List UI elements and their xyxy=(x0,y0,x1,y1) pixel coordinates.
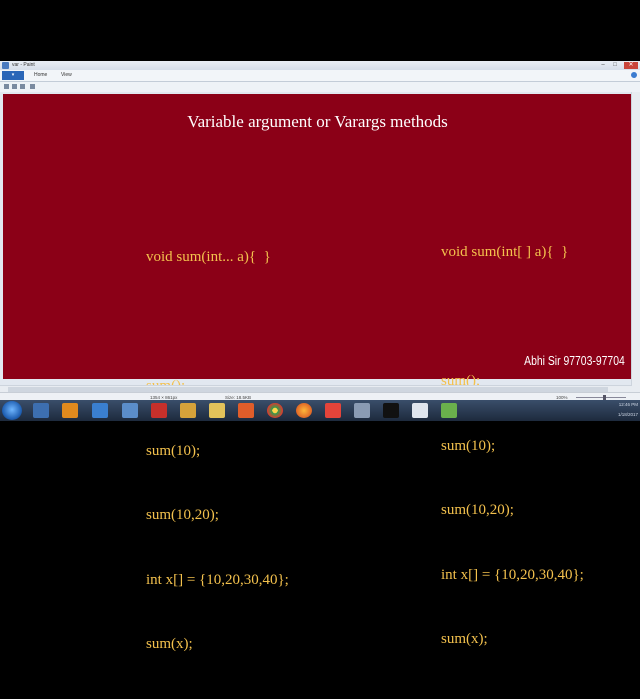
office-icon[interactable] xyxy=(238,403,254,418)
vertical-scrollbar[interactable] xyxy=(631,92,640,392)
right-code-block: void sum(int[ ] a){ } sum(); sum(10); su… xyxy=(441,199,584,694)
folder-icon[interactable] xyxy=(180,403,196,418)
system-tray: 12:46 PM 1/18/2017 xyxy=(534,400,638,421)
tab-home[interactable]: Home xyxy=(34,71,47,80)
taskbar: 12:46 PM 1/18/2017 xyxy=(0,400,640,421)
paint-window: var - Paint – □ ✕ ▾ Home View Variable a… xyxy=(0,61,640,652)
quick-access-toolbar xyxy=(0,82,640,92)
clock-date[interactable]: 1/18/2017 xyxy=(534,410,638,420)
code-line: int x[] = {10,20,30,40}; xyxy=(441,566,584,583)
code-line: sum(x); xyxy=(146,636,193,652)
minimize-button[interactable]: – xyxy=(598,62,608,69)
media-player-icon[interactable] xyxy=(62,403,78,418)
paint-app-icon xyxy=(2,62,9,69)
save-icon[interactable] xyxy=(4,84,9,89)
explorer-icon[interactable] xyxy=(209,403,225,418)
help-icon[interactable] xyxy=(631,72,637,78)
code-line: int x[] = {10,20,30,40}; xyxy=(146,571,289,588)
close-button[interactable]: ✕ xyxy=(624,62,638,69)
file-manager-icon[interactable] xyxy=(33,403,49,418)
code-line: sum(10,20); xyxy=(146,507,219,523)
title-bar: var - Paint – □ ✕ xyxy=(0,61,640,70)
zoom-slider-track[interactable] xyxy=(576,397,626,398)
file-menu-button[interactable]: ▾ xyxy=(2,71,24,80)
windows-start-icon[interactable] xyxy=(2,401,22,420)
tab-view[interactable]: View xyxy=(61,71,72,80)
customize-icon[interactable] xyxy=(30,84,35,89)
computer-icon[interactable] xyxy=(92,403,108,418)
code-line: sum(x); xyxy=(441,631,488,647)
network-icon[interactable] xyxy=(122,403,138,418)
clock-time[interactable]: 12:46 PM xyxy=(534,400,638,410)
window-icon[interactable] xyxy=(412,403,428,418)
slide-image: Variable argument or Varargs methods voi… xyxy=(3,94,632,652)
chrome-icon[interactable] xyxy=(267,403,283,418)
apps-icon[interactable] xyxy=(325,403,341,418)
firefox-icon[interactable] xyxy=(296,403,312,418)
credit-watermark: Abhi Sir 97703-97704 xyxy=(524,353,625,368)
redo-icon[interactable] xyxy=(20,84,25,89)
code-line: sum(10); xyxy=(441,437,496,454)
code-line: sum(10,20); xyxy=(441,502,514,518)
terminal-icon[interactable] xyxy=(383,403,399,418)
ribbon-tabs: ▾ Home View xyxy=(0,70,640,82)
code-line: sum(10); xyxy=(146,442,201,459)
code-line: void sum(int[ ] a){ } xyxy=(441,244,569,260)
code-line: void sum(int... a){ } xyxy=(146,249,271,265)
pdf-icon[interactable] xyxy=(151,403,167,418)
maximize-button[interactable]: □ xyxy=(610,62,620,69)
left-code-block: void sum(int... a){ } sum(); sum(10); su… xyxy=(146,204,289,699)
window-title: var - Paint xyxy=(12,62,35,68)
tool-icon[interactable] xyxy=(354,403,370,418)
undo-icon[interactable] xyxy=(12,84,17,89)
slide-title: Variable argument or Varargs methods xyxy=(187,112,448,131)
canvas-area: Variable argument or Varargs methods voi… xyxy=(0,92,640,652)
paint-icon[interactable] xyxy=(441,403,457,418)
